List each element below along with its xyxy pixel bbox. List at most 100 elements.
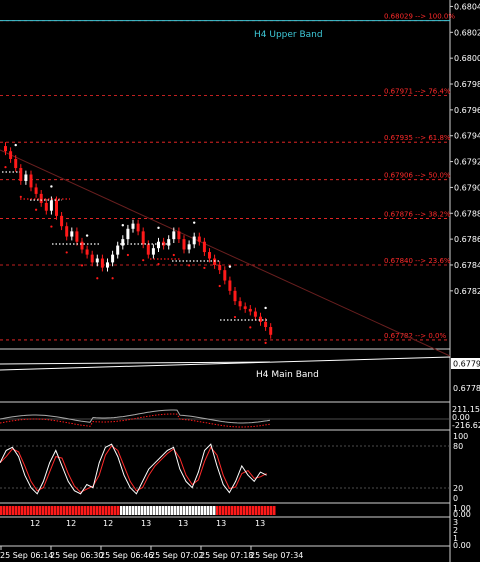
candle-body xyxy=(233,290,237,302)
strip-cell xyxy=(150,506,153,515)
strip-cell xyxy=(258,506,261,515)
dot-marker xyxy=(172,253,175,257)
cci-line xyxy=(0,409,271,424)
strip-cell xyxy=(189,506,192,515)
candle-body xyxy=(19,168,23,181)
candle-body xyxy=(4,146,7,152)
dot-marker xyxy=(193,221,196,224)
osc1-min-label: -216.624 xyxy=(452,421,480,430)
candle-body xyxy=(136,223,140,232)
candle-body xyxy=(248,308,252,312)
strip-cell xyxy=(141,506,144,515)
candle-body xyxy=(192,236,196,245)
strip-cell xyxy=(36,506,39,515)
strip-cell xyxy=(39,506,42,515)
strip-cell xyxy=(0,506,3,515)
dot-marker xyxy=(85,234,89,237)
strip-cell xyxy=(168,506,171,515)
price-tick-label: 0.68020 xyxy=(454,28,480,37)
fib-level-label: 0.67971 --> 76.4% xyxy=(384,88,451,96)
strip-cell xyxy=(24,506,27,515)
candle-body xyxy=(116,245,120,255)
dot-marker xyxy=(19,195,22,198)
strip-cell xyxy=(192,506,195,515)
strip-cell xyxy=(108,506,111,515)
candle-body xyxy=(90,254,94,263)
fib-level-label: 0.67782 --> 0.0% xyxy=(384,332,446,340)
strip-cell xyxy=(117,506,120,515)
strip-cell xyxy=(87,506,90,515)
cci-signal xyxy=(0,413,271,428)
strip-cell xyxy=(186,506,189,515)
candle-body xyxy=(106,262,109,268)
dot-marker xyxy=(142,259,145,262)
strip-cell xyxy=(219,506,222,515)
main-band-label: H4 Main Band xyxy=(256,370,319,380)
upper-band-label: H4 Upper Band xyxy=(254,30,323,40)
strip-cell xyxy=(3,506,6,515)
price-tick-label: 0.67860 xyxy=(454,235,480,244)
price-candles xyxy=(4,142,273,339)
time-tick-label: 25 Sep 07:34 xyxy=(250,551,303,560)
strip-cell xyxy=(267,506,270,515)
candle-body xyxy=(177,231,181,240)
strip-cell xyxy=(114,506,117,515)
dot-marker xyxy=(264,306,267,310)
candle-body xyxy=(80,241,84,250)
osc2-0-label: 0 xyxy=(453,494,458,503)
candle-body xyxy=(172,231,176,240)
dot-marker xyxy=(157,226,160,230)
strip-cell xyxy=(138,506,141,515)
fib-level-label: 0.67906 --> 50.0% xyxy=(384,172,451,180)
strip-cell xyxy=(246,506,249,515)
candle-body xyxy=(238,301,242,307)
strip-cell xyxy=(48,506,51,515)
candle-body xyxy=(9,151,13,159)
candle-body xyxy=(65,226,69,237)
strip-count-label: 13 xyxy=(178,519,188,528)
candle-body xyxy=(126,228,130,240)
stochastic-oscillator xyxy=(0,443,450,495)
low-price-label: 0.67780 xyxy=(453,384,480,393)
dot-marker xyxy=(157,262,160,266)
trading-chart[interactable]: 0.68029 --> 100.0% 0.67971 --> 76.4% 0.679… xyxy=(0,0,480,562)
strip-cell xyxy=(210,506,213,515)
strip-count-labels: 12 12 12 13 13 13 13 xyxy=(30,519,265,528)
strip-count-label: 12 xyxy=(30,519,40,528)
strip-cell xyxy=(12,506,15,515)
strip-cell xyxy=(72,506,75,515)
fib-level-label: 0.68029 --> 100.0% xyxy=(384,13,455,21)
candle-body xyxy=(151,248,155,255)
bollinger-bands xyxy=(0,20,451,371)
strip-cell xyxy=(90,506,93,515)
strip-cell xyxy=(231,506,234,515)
price-tick-label: 0.67880 xyxy=(454,209,480,218)
strip-cell xyxy=(174,506,177,515)
strip-cell xyxy=(240,506,243,515)
strip-cell xyxy=(183,506,186,515)
strip-cell xyxy=(237,506,240,515)
strip-cell xyxy=(33,506,36,515)
strip-cell xyxy=(207,506,210,515)
candle-body xyxy=(223,270,227,281)
dot-marker xyxy=(126,253,129,257)
candle-body xyxy=(29,174,33,188)
strip-cell xyxy=(213,506,216,515)
dot-marker xyxy=(264,341,267,345)
bottom-axis-0: 0.00 xyxy=(453,541,471,550)
candle-body xyxy=(259,316,262,322)
candle-body xyxy=(60,215,64,227)
strip-cell xyxy=(255,506,258,515)
strip-cell xyxy=(120,506,123,515)
strip-cell xyxy=(201,506,204,515)
osc2-100-label: 100 xyxy=(453,432,468,441)
osc2-20-label: 20 xyxy=(453,484,463,493)
strip-cell xyxy=(9,506,12,515)
strip-cell xyxy=(270,506,273,515)
candle-body xyxy=(208,252,211,259)
candle-body xyxy=(157,241,160,249)
dot-marker xyxy=(50,185,53,188)
strip-cell xyxy=(198,506,201,515)
strip-cell xyxy=(123,506,126,515)
strip-cell xyxy=(105,506,108,515)
